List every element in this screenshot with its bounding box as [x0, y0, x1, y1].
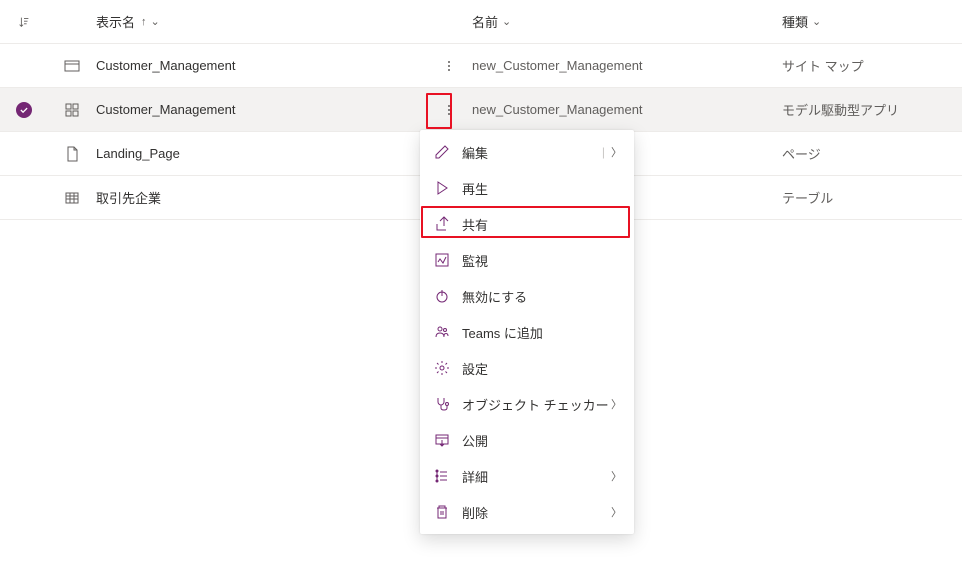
menu-disable-label: 無効にする: [462, 287, 622, 306]
stethoscope-icon: [434, 396, 450, 412]
menu-settings[interactable]: 設定: [420, 350, 634, 386]
table-header-row: 表示名 ↑ ⌄ 名前 ⌄ 種類 ⌄: [0, 0, 962, 44]
menu-object-checker[interactable]: オブジェクト チェッカー 〉: [420, 386, 634, 422]
menu-share[interactable]: 共有: [420, 206, 634, 242]
row-display-name: 取引先企業: [96, 188, 426, 207]
row-actions-button[interactable]: [426, 53, 472, 79]
row-name: new_Customer_Management: [472, 58, 782, 73]
menu-delete-label: 削除: [462, 503, 611, 522]
type-header-label: 種類: [782, 12, 808, 31]
chevron-right-icon: 〉: [611, 468, 622, 484]
sort-asc-icon: ↑: [141, 16, 147, 28]
select-all-column[interactable]: [0, 15, 48, 29]
edit-icon: [434, 144, 450, 160]
details-icon: [434, 468, 450, 484]
row-select[interactable]: [0, 102, 48, 118]
sort-icon: [17, 15, 31, 29]
table-row[interactable]: Customer_Management new_Customer_Managem…: [0, 88, 962, 132]
menu-disable[interactable]: 無効にする: [420, 278, 634, 314]
chevron-down-icon: ⌄: [151, 15, 160, 28]
sitemap-icon: [48, 58, 96, 74]
table-row[interactable]: Customer_Management new_Customer_Managem…: [0, 44, 962, 88]
share-icon: [434, 216, 450, 232]
page-icon: [48, 146, 96, 162]
display-name-header[interactable]: 表示名 ↑ ⌄: [96, 12, 426, 31]
menu-teams-label: Teams に追加: [462, 323, 622, 342]
app-icon: [48, 102, 96, 118]
display-name-header-label: 表示名: [96, 12, 135, 31]
menu-settings-label: 設定: [462, 359, 622, 378]
row-type: ページ: [782, 144, 962, 163]
type-header[interactable]: 種類 ⌄: [782, 12, 962, 31]
menu-publish-label: 公開: [462, 431, 622, 450]
power-icon: [434, 288, 450, 304]
menu-edit-label: 編集: [462, 143, 602, 162]
row-type: テーブル: [782, 188, 962, 207]
row-context-menu: 編集 | 〉 再生 共有 監視 無効にする Teams に追加: [420, 130, 634, 534]
selected-check-icon: [16, 102, 32, 118]
chevron-right-icon: 〉: [611, 144, 622, 160]
menu-monitor-label: 監視: [462, 251, 622, 270]
menu-object-checker-label: オブジェクト チェッカー: [462, 395, 611, 414]
menu-monitor[interactable]: 監視: [420, 242, 634, 278]
name-header[interactable]: 名前 ⌄: [472, 12, 782, 31]
delete-icon: [434, 504, 450, 520]
publish-icon: [434, 432, 450, 448]
monitor-icon: [434, 252, 450, 268]
more-vertical-icon: [440, 53, 458, 79]
chevron-right-icon: 〉: [611, 504, 622, 520]
separator-icon: |: [602, 145, 605, 159]
chevron-down-icon: ⌄: [502, 15, 511, 28]
more-vertical-icon: [440, 97, 458, 123]
gear-icon: [434, 360, 450, 376]
row-type: サイト マップ: [782, 56, 962, 75]
row-actions-button[interactable]: [426, 97, 472, 123]
row-type: モデル駆動型アプリ: [782, 100, 962, 119]
menu-play-label: 再生: [462, 179, 622, 198]
menu-edit[interactable]: 編集 | 〉: [420, 134, 634, 170]
menu-publish[interactable]: 公開: [420, 422, 634, 458]
menu-teams[interactable]: Teams に追加: [420, 314, 634, 350]
chevron-down-icon: ⌄: [812, 15, 821, 28]
menu-details[interactable]: 詳細 〉: [420, 458, 634, 494]
menu-play[interactable]: 再生: [420, 170, 634, 206]
menu-delete[interactable]: 削除 〉: [420, 494, 634, 530]
table-icon: [48, 190, 96, 206]
row-display-name: Customer_Management: [96, 58, 426, 73]
row-display-name: Landing_Page: [96, 146, 426, 161]
teams-icon: [434, 324, 450, 340]
play-icon: [434, 180, 450, 196]
row-display-name: Customer_Management: [96, 102, 426, 117]
row-name: new_Customer_Management: [472, 102, 782, 117]
menu-share-label: 共有: [462, 215, 622, 234]
menu-details-label: 詳細: [462, 467, 611, 486]
name-header-label: 名前: [472, 12, 498, 31]
chevron-right-icon: 〉: [611, 396, 622, 412]
